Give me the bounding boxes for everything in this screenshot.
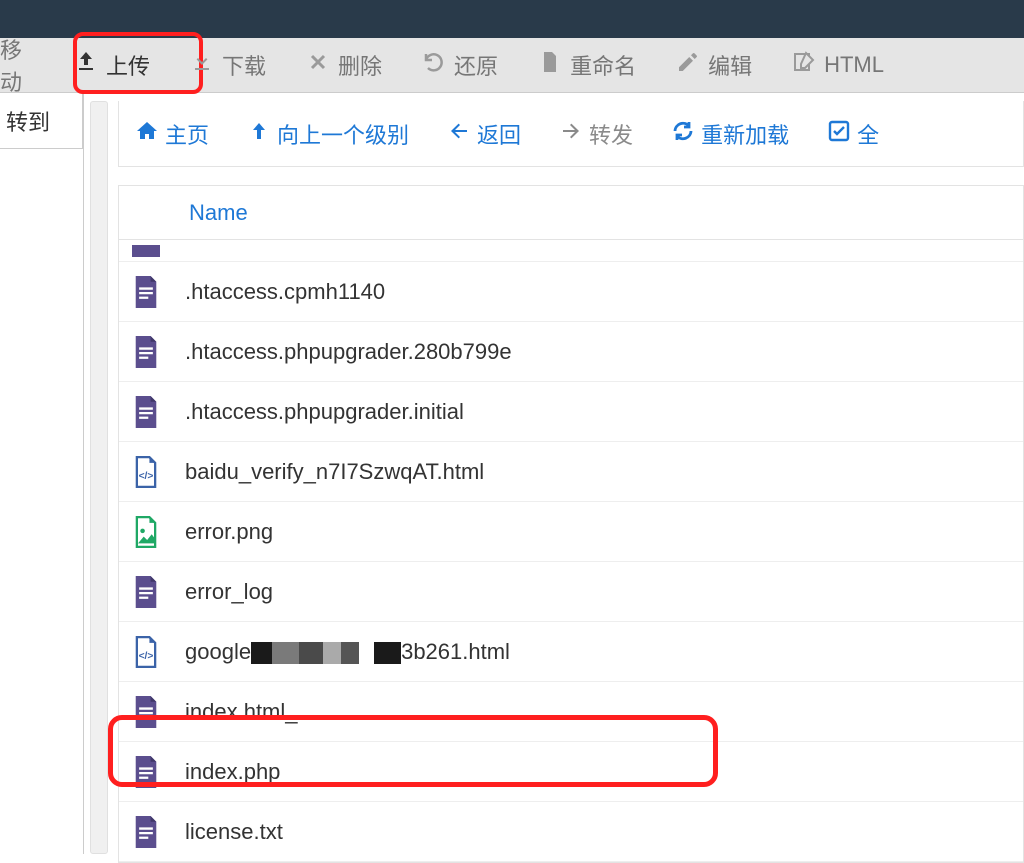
navigation-toolbar: 主页 向上一个级别 返回 转发 (118, 101, 1024, 167)
check-square-icon (827, 119, 851, 149)
edit-button[interactable]: 编辑 (656, 38, 772, 93)
file-table: Name .htaccess.cpmh1140 .htaccess.phpupgr… (118, 185, 1024, 863)
up-level-button[interactable]: 向上一个级别 (247, 118, 409, 150)
file-name: index.php (185, 759, 280, 785)
file-doc-icon (131, 395, 161, 429)
file-name: .htaccess.phpupgrader.280b799e (185, 339, 512, 365)
file-row[interactable]: .htaccess.phpupgrader.280b799e (119, 322, 1023, 382)
file-row[interactable]: license.txt (119, 802, 1023, 862)
file-doc-icon (131, 815, 161, 849)
file-name: baidu_verify_n7I7SzwqAT.html (185, 459, 484, 485)
move-button[interactable]: 移动 (0, 38, 54, 93)
rename-button-label: 重命名 (570, 49, 636, 81)
restore-button[interactable]: 还原 (402, 38, 518, 93)
home-button-label: 主页 (165, 118, 209, 150)
edit-button-label: 编辑 (708, 49, 752, 81)
html-editor-button[interactable]: HTML (772, 38, 904, 93)
up-level-button-label: 向上一个级别 (277, 118, 409, 150)
upload-button[interactable]: 上传 (54, 38, 170, 93)
goto-button-label: 转到 (6, 105, 50, 137)
file-row[interactable]: error_log (119, 562, 1023, 622)
column-name-label: Name (189, 200, 248, 226)
svg-text:</>: </> (139, 650, 154, 661)
file-doc-icon (131, 335, 161, 369)
file-row[interactable] (119, 240, 1023, 262)
file-row[interactable]: </> baidu_verify_n7I7SzwqAT.html (119, 442, 1023, 502)
file-doc-icon (131, 575, 161, 609)
arrow-left-icon (447, 119, 471, 149)
left-sidebar: 转到 (0, 93, 84, 854)
reload-button-label: 重新加载 (701, 118, 789, 150)
goto-button[interactable]: 转到 (0, 93, 83, 149)
arrow-up-icon (247, 119, 271, 149)
reload-button[interactable]: 重新加载 (671, 118, 789, 150)
reload-icon (671, 119, 695, 149)
file-icon (538, 50, 562, 80)
file-row[interactable]: .htaccess.phpupgrader.initial (119, 382, 1023, 442)
select-all-button[interactable]: 全 (827, 118, 879, 150)
file-row[interactable]: index.php (119, 742, 1023, 802)
file-name: license.txt (185, 819, 283, 845)
file-name: google3b261.html (185, 639, 510, 665)
file-code-icon: </> (131, 635, 161, 669)
pencil-icon (676, 50, 700, 80)
download-button[interactable]: 下载 (170, 38, 286, 93)
file-row[interactable]: index.html_ (119, 682, 1023, 742)
file-name: .htaccess.phpupgrader.initial (185, 399, 464, 425)
file-doc-icon (131, 755, 161, 789)
download-button-label: 下载 (222, 49, 266, 81)
file-name: index.html_ (185, 699, 298, 725)
undo-icon (422, 50, 446, 80)
svg-text:</>: </> (139, 470, 154, 481)
file-image-icon (131, 515, 161, 549)
back-button-label: 返回 (477, 118, 521, 150)
table-header-name[interactable]: Name (119, 186, 1023, 240)
home-icon (135, 119, 159, 149)
file-name: .htaccess.cpmh1140 (185, 279, 385, 305)
file-doc-icon (131, 695, 161, 729)
rename-button[interactable]: 重命名 (518, 38, 656, 93)
file-row[interactable]: </> google3b261.html (119, 622, 1023, 682)
delete-icon (306, 50, 330, 80)
main-toolbar: 移动 上传 下载 删除 还原 重命名 编辑 (0, 38, 1024, 93)
upload-button-label: 上传 (106, 49, 150, 81)
file-row[interactable]: error.png (119, 502, 1023, 562)
back-button[interactable]: 返回 (447, 118, 521, 150)
delete-button[interactable]: 删除 (286, 38, 402, 93)
html-editor-button-label: HTML (824, 52, 884, 78)
window-titlebar (0, 0, 1024, 38)
move-button-label: 移动 (0, 33, 34, 97)
download-icon (190, 50, 214, 80)
file-doc-icon (131, 275, 161, 309)
file-code-icon: </> (131, 455, 161, 489)
sidebar-scrollbar[interactable] (90, 101, 108, 854)
home-button[interactable]: 主页 (135, 118, 209, 150)
arrow-right-icon (559, 119, 583, 149)
compose-icon (792, 50, 816, 80)
file-name: error_log (185, 579, 273, 605)
forward-button[interactable]: 转发 (559, 118, 633, 150)
select-all-button-label: 全 (857, 118, 879, 150)
forward-button-label: 转发 (589, 118, 633, 150)
file-row[interactable]: .htaccess.cpmh1140 (119, 262, 1023, 322)
file-name: error.png (185, 519, 273, 545)
delete-button-label: 删除 (338, 49, 382, 81)
upload-icon (74, 50, 98, 80)
restore-button-label: 还原 (454, 49, 498, 81)
